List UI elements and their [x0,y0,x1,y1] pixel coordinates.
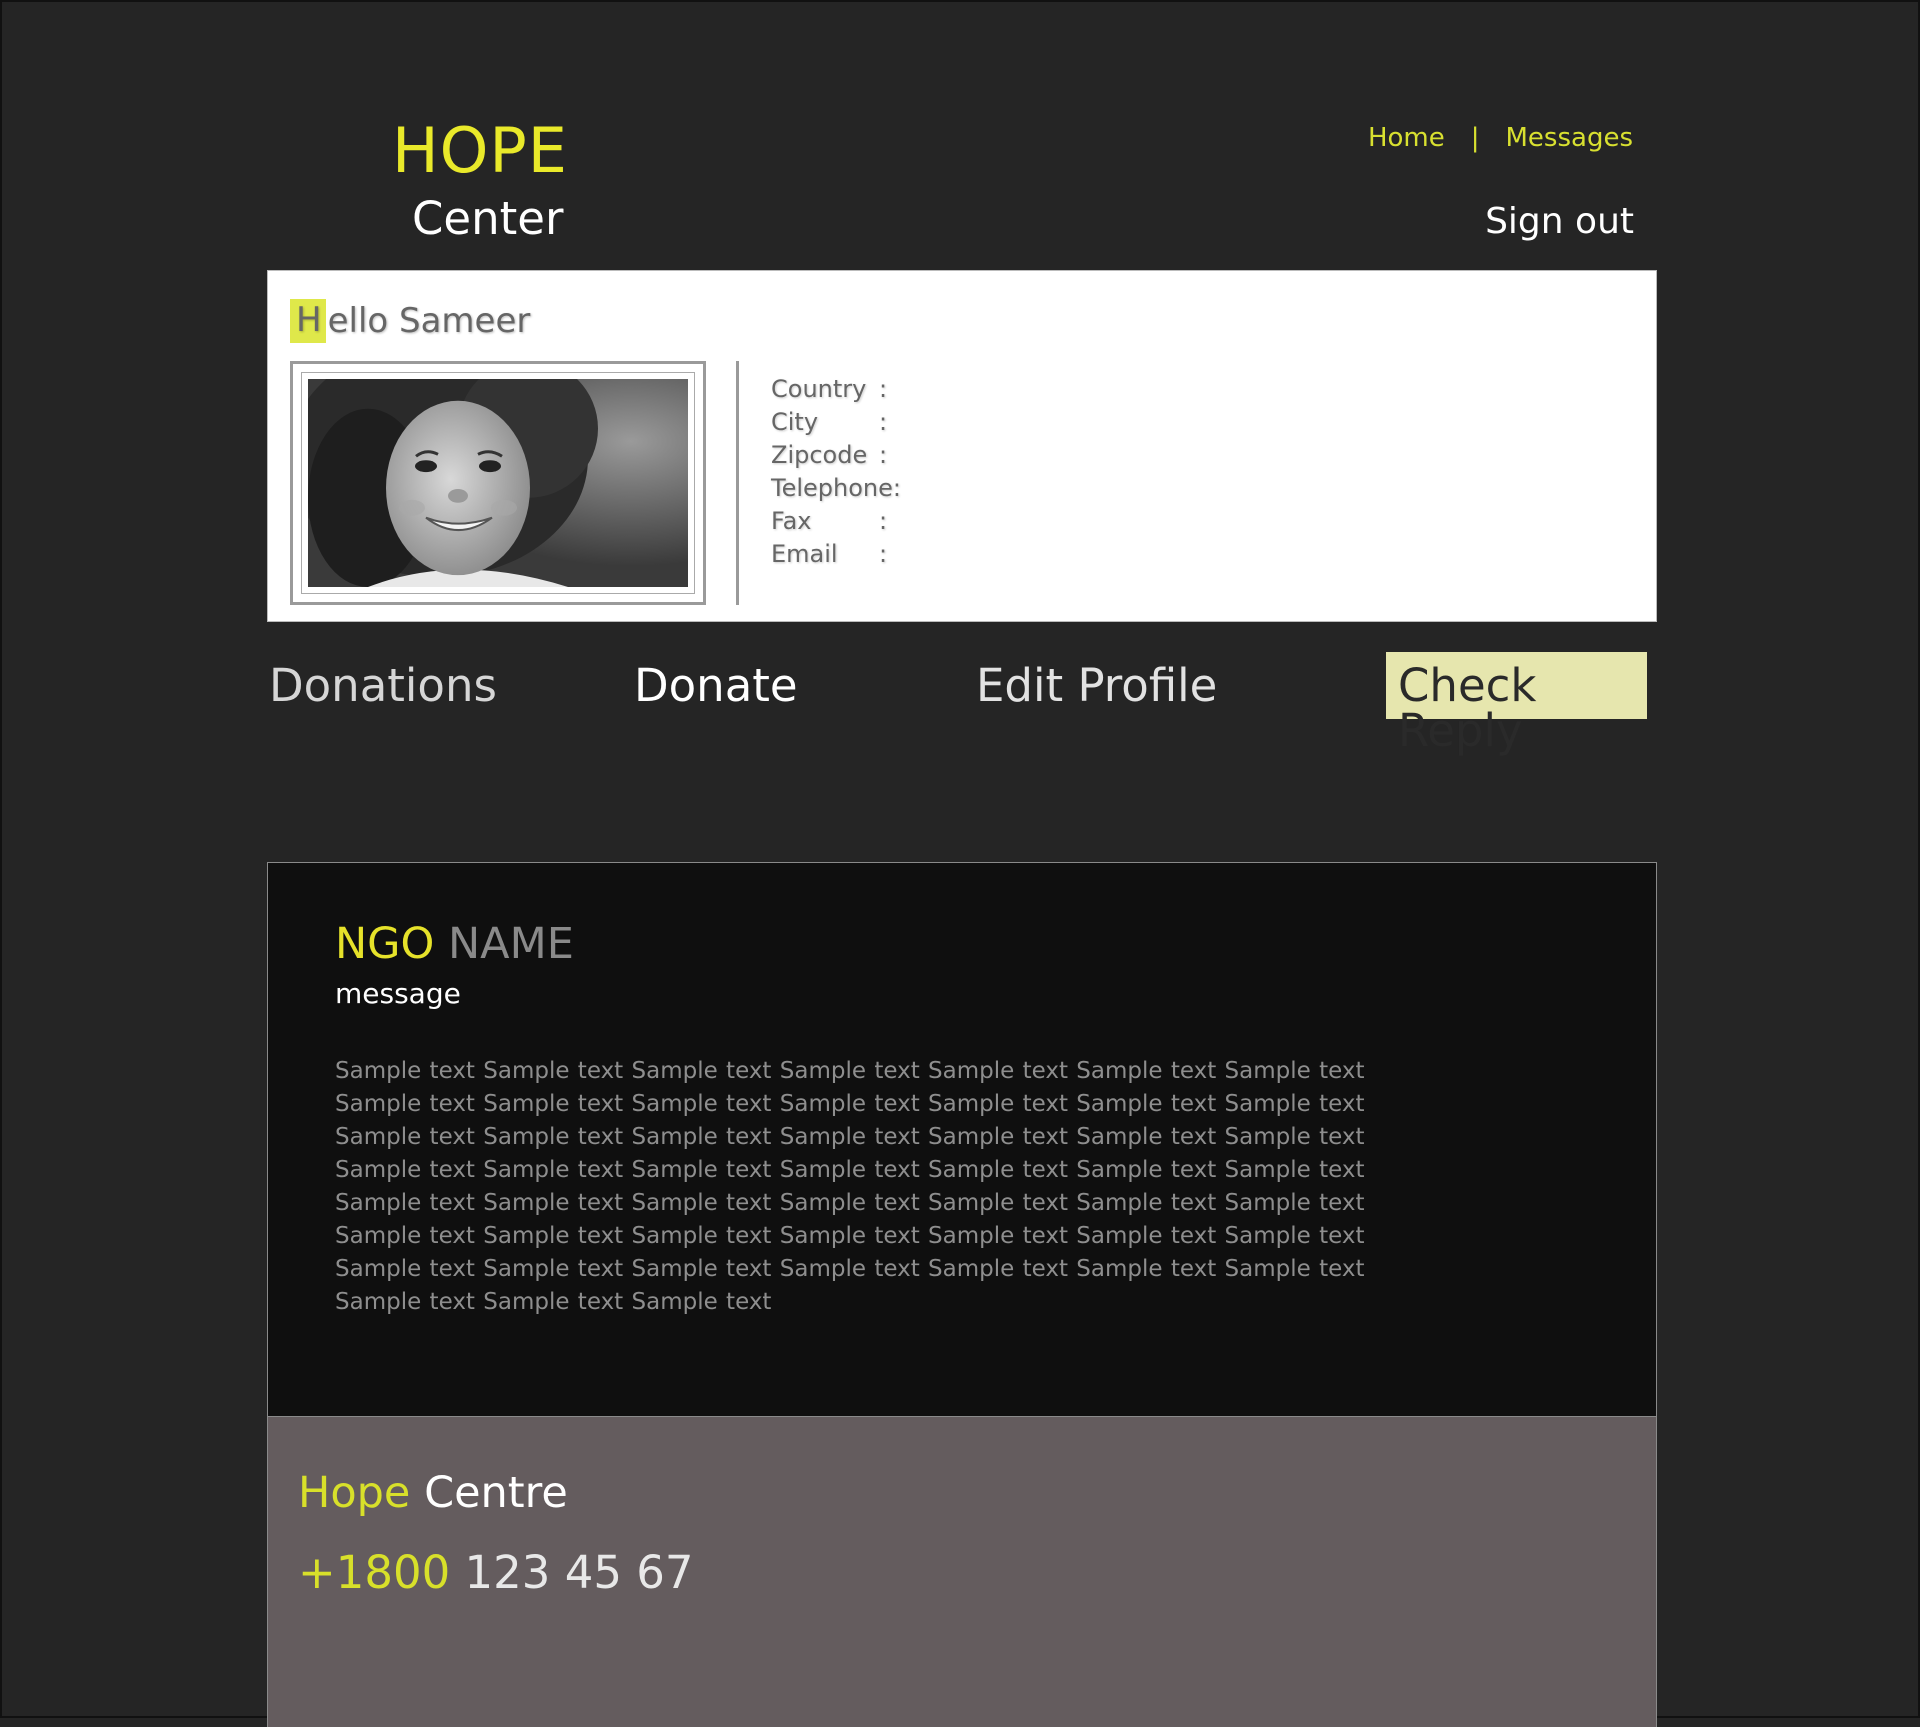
ngo-name-part1: NGO [335,919,435,969]
ngo-name-heading: NGO NAME [335,923,574,966]
ngo-name-part2: NAME [434,919,574,969]
nav-messages-link[interactable]: Messages [1506,125,1634,151]
footer-org-name: Hope Centre [298,1472,568,1515]
footer-phone-part1: +1800 [298,1546,451,1599]
message-panel: NGO NAME message Sample text Sample text… [267,862,1657,1417]
detail-row-fax: Fax: [771,505,901,538]
detail-sep: : [892,474,901,502]
detail-label: Country [771,375,867,403]
detail-sep: : [879,540,888,568]
message-label: message [335,977,461,1010]
greeting-initial: H [290,299,326,343]
detail-row-city: City: [771,406,901,439]
detail-label: Telephone [771,474,893,502]
detail-sep: : [879,441,888,469]
detail-row-telephone: Telephone: [771,472,901,505]
nav-separator: | [1470,123,1480,153]
footer-name-part2: Centre [410,1468,568,1518]
profile-card: Hello Sameer Country: City: Zipcode: … [267,270,1657,622]
child-portrait-photo [308,379,688,587]
detail-row-country: Country: [771,373,901,406]
menu-edit-profile[interactable]: Edit Profile [976,663,1217,708]
detail-row-zipcode: Zipcode: [771,439,901,472]
greeting: Hello Sameer [290,299,530,343]
nav-home-link[interactable]: Home [1368,125,1445,151]
detail-sep: : [879,507,888,535]
detail-sep: : [879,408,888,436]
detail-label: Zipcode [771,441,868,469]
greeting-text: ello Sameer [327,301,531,341]
logo-center: Center [412,192,564,245]
detail-label: City [771,408,819,436]
menu-donate[interactable]: Donate [634,663,798,708]
detail-sep: : [879,375,888,403]
detail-row-email: Email: [771,538,901,571]
menu-check-reply[interactable]: Check Reply [1386,652,1647,753]
footer-name-part1: Hope [298,1468,411,1518]
message-body: Sample text Sample text Sample text Samp… [335,1058,1365,1315]
footer: Hope Centre +1800 123 45 67 [267,1417,1657,1727]
detail-label: Email [771,540,838,568]
profile-photo-frame [290,361,706,605]
vertical-divider [736,361,739,605]
detail-label: Fax [771,507,812,535]
sign-out-link[interactable]: Sign out [1485,204,1634,240]
logo-hope: HOPE [392,114,568,187]
top-nav: Home | Messages [1368,125,1633,151]
profile-photo [301,372,695,594]
footer-phone: +1800 123 45 67 [298,1550,694,1595]
footer-phone-part2: 123 45 67 [450,1546,694,1599]
contact-details: Country: City: Zipcode: Telephone: Fax: … [771,373,901,571]
menu-donations[interactable]: Donations [269,663,497,708]
